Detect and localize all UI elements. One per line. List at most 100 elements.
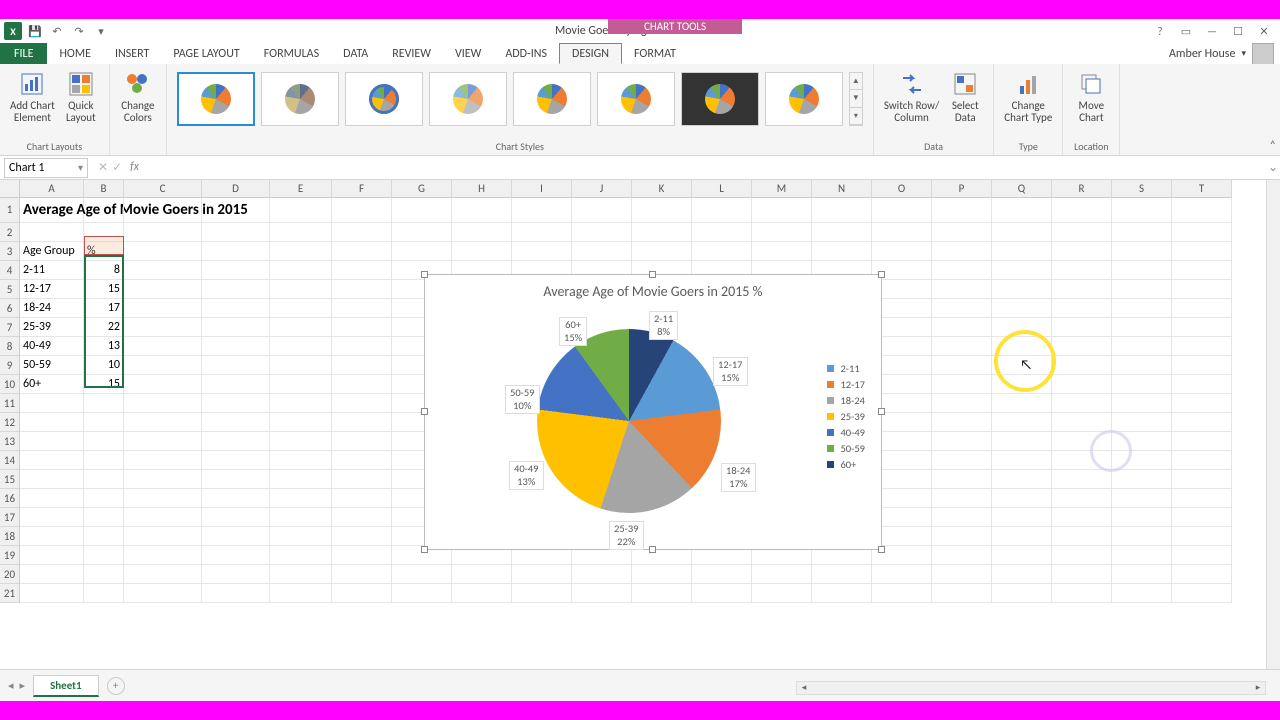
cell[interactable]: Average Age of Movie Goers in 2015 (20, 198, 84, 223)
row-header[interactable]: 20 (0, 565, 20, 584)
cell[interactable] (124, 546, 202, 565)
cell[interactable] (572, 584, 632, 603)
cell[interactable] (124, 394, 202, 413)
cell[interactable] (1112, 413, 1172, 432)
cell[interactable] (992, 527, 1052, 546)
row-header[interactable]: 3 (0, 242, 20, 261)
cell[interactable] (202, 280, 270, 299)
formula-bar-expand-icon[interactable]: ⌄ (1266, 160, 1280, 175)
chart-legend[interactable]: 2-1112-1718-2425-3940-4950-5960+ (827, 359, 865, 474)
cell[interactable] (84, 223, 124, 242)
cell[interactable] (452, 565, 512, 584)
cell[interactable] (932, 375, 992, 394)
cell[interactable] (124, 261, 202, 280)
cell[interactable] (692, 565, 752, 584)
cell[interactable] (124, 318, 202, 337)
cell[interactable] (1052, 394, 1112, 413)
cell[interactable] (332, 223, 392, 242)
cell[interactable] (332, 508, 392, 527)
cell[interactable] (1172, 261, 1232, 280)
cell[interactable] (1172, 375, 1232, 394)
cell[interactable] (572, 223, 632, 242)
cell[interactable] (1052, 508, 1112, 527)
column-header[interactable]: O (872, 180, 932, 198)
cell[interactable] (124, 584, 202, 603)
cell[interactable] (202, 242, 270, 261)
name-box[interactable]: Chart 1 (4, 158, 88, 178)
cell[interactable] (1172, 451, 1232, 470)
cell[interactable] (512, 584, 572, 603)
chart-style-1[interactable] (177, 72, 255, 126)
cell[interactable] (932, 318, 992, 337)
cell[interactable] (1112, 527, 1172, 546)
row-header[interactable]: 4 (0, 261, 20, 280)
cell[interactable] (872, 242, 932, 261)
cell[interactable] (1052, 198, 1112, 223)
cell[interactable] (332, 432, 392, 451)
cell[interactable] (1052, 375, 1112, 394)
tab-design[interactable]: DESIGN (559, 43, 622, 64)
cell[interactable] (124, 489, 202, 508)
cell[interactable] (932, 432, 992, 451)
cell[interactable] (124, 280, 202, 299)
chart-style-8[interactable] (765, 72, 843, 126)
column-header[interactable]: P (932, 180, 992, 198)
column-header[interactable]: S (1112, 180, 1172, 198)
cell[interactable] (1172, 337, 1232, 356)
cell[interactable] (20, 432, 84, 451)
cell[interactable] (202, 432, 270, 451)
cell[interactable] (84, 565, 124, 584)
cell[interactable] (202, 470, 270, 489)
cell[interactable] (84, 489, 124, 508)
cell[interactable] (572, 242, 632, 261)
cell[interactable] (992, 413, 1052, 432)
cell[interactable] (270, 299, 332, 318)
cell[interactable] (124, 508, 202, 527)
cell[interactable] (992, 198, 1052, 223)
cell[interactable] (202, 394, 270, 413)
cell[interactable] (1112, 565, 1172, 584)
row-header[interactable]: 18 (0, 527, 20, 546)
cell[interactable] (270, 489, 332, 508)
cell[interactable] (270, 451, 332, 470)
tab-format[interactable]: FORMAT (622, 43, 688, 64)
cell[interactable] (512, 242, 572, 261)
cell[interactable] (270, 261, 332, 280)
cell[interactable] (20, 584, 84, 603)
cell[interactable]: 2-11 (20, 261, 84, 280)
cell[interactable] (932, 198, 992, 223)
cell[interactable] (512, 565, 572, 584)
cell[interactable] (1052, 299, 1112, 318)
cell[interactable] (1052, 318, 1112, 337)
cell[interactable] (1112, 356, 1172, 375)
cell[interactable] (872, 223, 932, 242)
cell[interactable] (1112, 470, 1172, 489)
cell[interactable] (124, 198, 202, 223)
cell[interactable] (992, 489, 1052, 508)
cell[interactable]: 8 (84, 261, 124, 280)
cell[interactable]: 40-49 (20, 337, 84, 356)
row-header[interactable]: 9 (0, 356, 20, 375)
cell[interactable] (692, 223, 752, 242)
cell[interactable]: 60+ (20, 375, 84, 394)
cell[interactable]: 15 (84, 375, 124, 394)
horizontal-scrollbar[interactable]: ◂▸ (796, 681, 1266, 695)
cell[interactable] (20, 451, 84, 470)
cell[interactable] (932, 356, 992, 375)
cell[interactable] (84, 546, 124, 565)
cell[interactable] (202, 413, 270, 432)
cell[interactable] (20, 470, 84, 489)
cell[interactable] (872, 198, 932, 223)
formula-enter-icon[interactable]: ✓ (112, 160, 122, 175)
cell[interactable] (202, 546, 270, 565)
cell[interactable] (20, 508, 84, 527)
cell[interactable] (270, 584, 332, 603)
cell[interactable] (84, 432, 124, 451)
chart-style-3[interactable] (345, 72, 423, 126)
cell[interactable]: % (84, 242, 124, 261)
cell[interactable] (392, 584, 452, 603)
cell[interactable] (1112, 394, 1172, 413)
cell[interactable] (270, 546, 332, 565)
row-header[interactable]: 7 (0, 318, 20, 337)
cell[interactable] (332, 356, 392, 375)
